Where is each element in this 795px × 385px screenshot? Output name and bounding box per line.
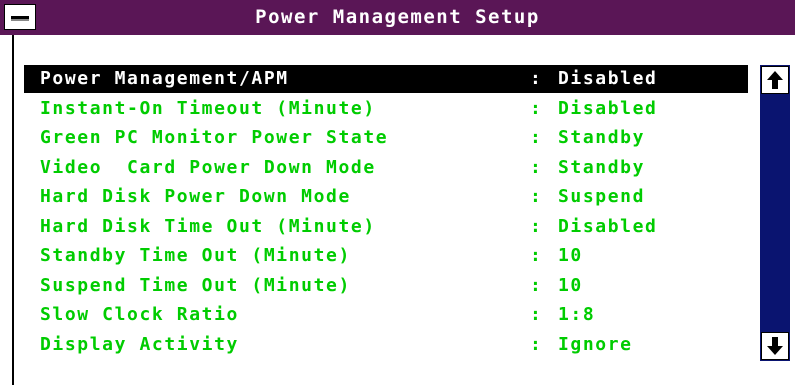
bios-window: Power Management Setup Power Management/… <box>0 0 795 385</box>
scroll-up-button[interactable] <box>761 66 789 94</box>
setting-label: Slow Clock Ratio <box>40 304 239 325</box>
setting-label: Hard Disk Time Out (Minute) <box>40 216 376 237</box>
arrow-up-icon <box>767 71 783 89</box>
setting-label: Display Activity <box>40 334 239 355</box>
setting-separator: : <box>530 68 543 89</box>
setting-separator: : <box>530 216 543 237</box>
setting-separator: : <box>530 304 543 325</box>
setting-value[interactable]: 1:8 <box>558 301 595 329</box>
setting-value[interactable]: Suspend <box>558 183 645 211</box>
setting-separator: : <box>530 98 543 119</box>
setting-separator: : <box>530 186 543 207</box>
window-title: Power Management Setup <box>255 6 540 28</box>
setting-label: Suspend Time Out (Minute) <box>40 275 351 296</box>
setting-label: Video Card Power Down Mode <box>40 157 376 178</box>
title-bar: Power Management Setup <box>0 0 795 35</box>
vertical-scrollbar[interactable] <box>760 65 790 361</box>
setting-row-instant-on-timeout[interactable]: Instant-On Timeout (Minute) : Disabled <box>24 95 748 123</box>
setting-row-video-card-power-down-mode[interactable]: Video Card Power Down Mode : Standby <box>24 154 748 182</box>
setting-row-display-activity[interactable]: Display Activity : Ignore <box>24 331 748 359</box>
setting-label: Power Management/APM <box>40 68 289 89</box>
setting-separator: : <box>530 127 543 148</box>
setting-separator: : <box>530 275 543 296</box>
setting-label: Hard Disk Power Down Mode <box>40 186 351 207</box>
setting-row-green-pc-monitor-power-state[interactable]: Green PC Monitor Power State : Standby <box>24 124 748 152</box>
setting-value[interactable]: Disabled <box>558 95 658 123</box>
setting-value[interactable]: Ignore <box>558 331 633 359</box>
setting-separator: : <box>530 157 543 178</box>
setting-label: Green PC Monitor Power State <box>40 127 389 148</box>
setting-value[interactable]: Standby <box>558 154 645 182</box>
setting-row-hard-disk-power-down-mode[interactable]: Hard Disk Power Down Mode : Suspend <box>24 183 748 211</box>
setting-row-power-management-apm[interactable]: Power Management/APM : Disabled <box>24 65 748 93</box>
setting-row-standby-time-out[interactable]: Standby Time Out (Minute) : 10 <box>24 242 748 270</box>
setting-label: Instant-On Timeout (Minute) <box>40 98 376 119</box>
setting-label: Standby Time Out (Minute) <box>40 245 351 266</box>
setting-separator: : <box>530 334 543 355</box>
setting-value[interactable]: 10 <box>558 272 583 300</box>
setting-separator: : <box>530 245 543 266</box>
setting-value[interactable]: Disabled <box>558 65 658 93</box>
setting-row-hard-disk-time-out[interactable]: Hard Disk Time Out (Minute) : Disabled <box>24 213 748 241</box>
setting-value[interactable]: Disabled <box>558 213 658 241</box>
setting-value[interactable]: Standby <box>558 124 645 152</box>
arrow-down-icon <box>767 337 783 355</box>
scroll-down-button[interactable] <box>761 332 789 360</box>
setting-row-suspend-time-out[interactable]: Suspend Time Out (Minute) : 10 <box>24 272 748 300</box>
setting-row-slow-clock-ratio[interactable]: Slow Clock Ratio : 1:8 <box>24 301 748 329</box>
setting-value[interactable]: 10 <box>558 242 583 270</box>
